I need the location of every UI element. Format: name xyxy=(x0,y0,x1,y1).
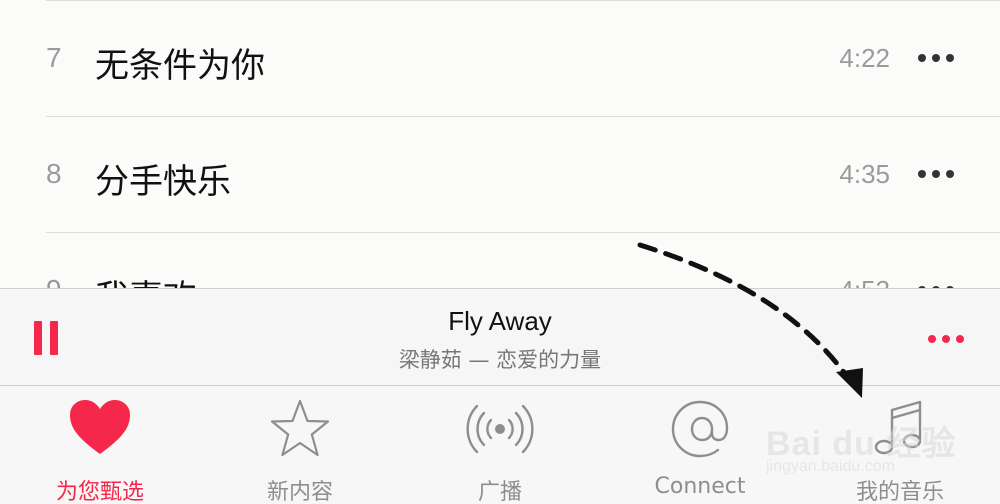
annotation-arrow xyxy=(637,242,863,398)
